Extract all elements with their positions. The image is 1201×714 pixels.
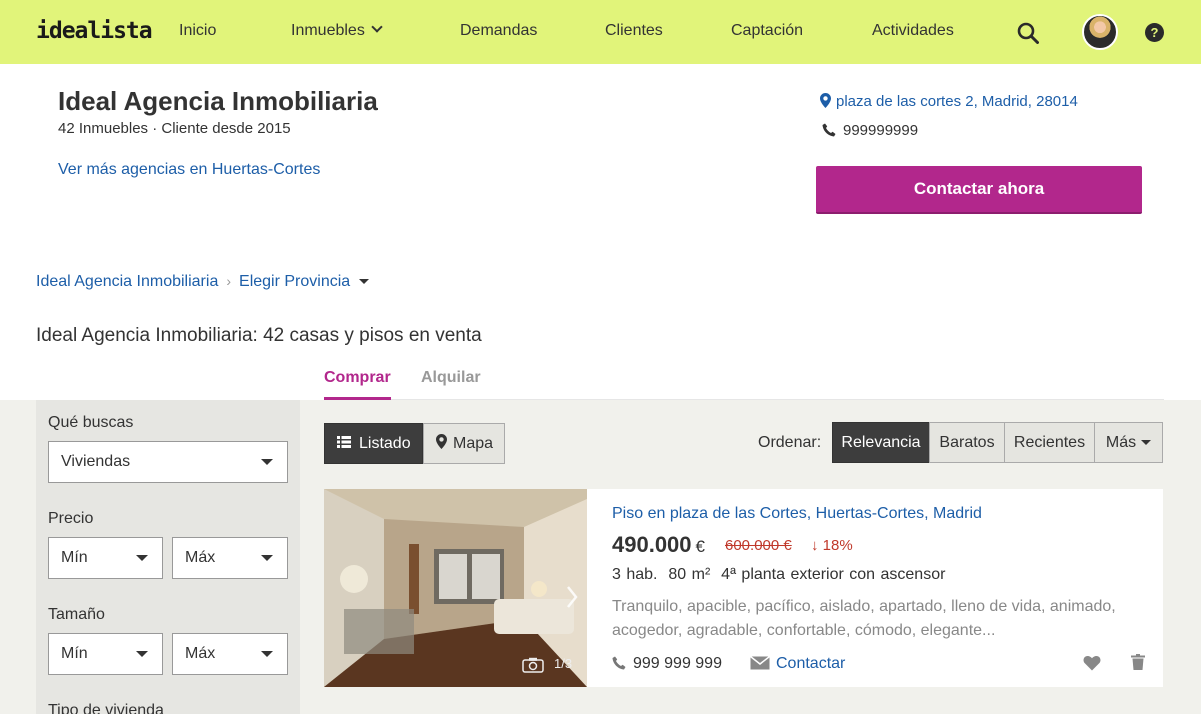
listing-title[interactable]: Piso en plaza de las Cortes, Huertas-Cor… bbox=[612, 505, 982, 523]
tamano-max-select[interactable]: Máx bbox=[172, 633, 288, 675]
tab-comprar[interactable]: Comprar bbox=[324, 369, 391, 400]
listing-contact-label: Contactar bbox=[776, 655, 846, 672]
listado-button[interactable]: Listado bbox=[324, 423, 423, 464]
breadcrumb: Ideal Agencia Inmobiliaria › Elegir Provin… bbox=[36, 273, 370, 291]
caret-down-icon bbox=[261, 651, 273, 657]
precio-min-value: Mín bbox=[61, 549, 88, 566]
listing-contact[interactable]: Contactar bbox=[750, 654, 845, 673]
camera-icon bbox=[522, 657, 544, 673]
sort-baratos[interactable]: Baratos bbox=[929, 422, 1005, 463]
tamano-min-select[interactable]: Mín bbox=[48, 633, 163, 675]
caret-down-icon[interactable] bbox=[359, 279, 370, 284]
living-room-photo bbox=[324, 489, 587, 687]
breadcrumb-separator-icon: › bbox=[226, 273, 232, 289]
caret-down-icon bbox=[261, 459, 273, 465]
trash-icon[interactable] bbox=[1131, 654, 1145, 670]
idealista-logo[interactable]: idealista bbox=[36, 18, 153, 44]
listing-card[interactable]: 1/3 Piso en plaza de las Cortes, Huertas… bbox=[324, 489, 1163, 687]
help-icon[interactable]: ? bbox=[1145, 23, 1164, 42]
list-icon bbox=[337, 436, 351, 448]
contact-now-button[interactable]: Contactar ahora bbox=[816, 166, 1142, 214]
precio-min-select[interactable]: Mín bbox=[48, 537, 163, 579]
listing-description: Tranquilo, apacible, pacífico, aislado, … bbox=[612, 598, 1116, 639]
envelope-icon bbox=[750, 655, 770, 670]
nav-clientes[interactable]: Clientes bbox=[605, 22, 663, 40]
sort-mas[interactable]: Más bbox=[1094, 422, 1163, 463]
listing-price-value: 490.000 bbox=[612, 532, 692, 557]
que-buscas-label: Qué buscas bbox=[48, 414, 134, 431]
more-agencies-link[interactable]: Ver más agencias en Huertas-Cortes bbox=[58, 161, 320, 179]
sort-relevancia[interactable]: Relevancia bbox=[832, 422, 930, 463]
nav-inicio[interactable]: Inicio bbox=[179, 22, 216, 40]
breadcrumb-agency[interactable]: Ideal Agencia Inmobiliaria bbox=[36, 273, 218, 290]
listing-features: 3 hab. 80 m² 4ª planta exterior con asce… bbox=[612, 566, 946, 583]
listing-phone-text: 999 999 999 bbox=[633, 655, 722, 672]
caret-down-icon bbox=[136, 555, 148, 561]
location-pin-icon bbox=[820, 93, 831, 108]
phone-icon bbox=[822, 123, 836, 137]
caret-down-icon bbox=[261, 555, 273, 561]
sort-recientes[interactable]: Recientes bbox=[1004, 422, 1095, 463]
sort-mas-label: Más bbox=[1105, 434, 1137, 451]
listing-price-drop: ↓ 18% bbox=[811, 537, 853, 554]
agency-phone-text: 999999999 bbox=[843, 122, 919, 139]
page-title: Ideal Agencia Inmobiliaria: 42 casas y p… bbox=[36, 325, 482, 346]
tamano-min-value: Mín bbox=[61, 645, 88, 662]
listing-photo[interactable]: 1/3 bbox=[324, 489, 587, 687]
mapa-button[interactable]: Mapa bbox=[423, 423, 505, 464]
listado-label: Listado bbox=[359, 435, 411, 452]
top-nav: idealista Inicio Inmuebles Demandas Clie… bbox=[0, 0, 1201, 64]
precio-max-value: Máx bbox=[185, 549, 216, 566]
nav-captacion[interactable]: Captación bbox=[731, 22, 803, 40]
agency-address[interactable]: plaza de las cortes 2, Madrid, 28014 bbox=[820, 91, 1078, 110]
listing-old-price: 600.000 € bbox=[725, 537, 792, 554]
user-avatar[interactable] bbox=[1082, 14, 1118, 50]
que-buscas-value: Viviendas bbox=[61, 453, 131, 470]
listing-price: 490.000 € bbox=[612, 532, 705, 558]
precio-max-select[interactable]: Máx bbox=[172, 537, 288, 579]
agency-phone: 999999999 bbox=[822, 121, 918, 139]
tamano-max-value: Máx bbox=[185, 645, 216, 662]
listing-currency: € bbox=[695, 537, 705, 556]
tab-alquilar[interactable]: Alquilar bbox=[421, 369, 481, 387]
mapa-label: Mapa bbox=[453, 435, 494, 452]
search-icon[interactable] bbox=[1017, 22, 1039, 44]
agency-address-text: plaza de las cortes 2, Madrid, 28014 bbox=[836, 93, 1078, 110]
caret-down-icon bbox=[1141, 440, 1152, 445]
tipo-vivienda-label: Tipo de vivienda bbox=[48, 702, 164, 714]
que-buscas-select[interactable]: Viviendas bbox=[48, 441, 288, 483]
agency-name: Ideal Agencia Inmobiliaria bbox=[58, 86, 378, 116]
chevron-down-icon bbox=[371, 21, 383, 33]
caret-down-icon bbox=[136, 651, 148, 657]
nav-inmuebles-label: Inmuebles bbox=[291, 22, 365, 39]
breadcrumb-province[interactable]: Elegir Provincia bbox=[239, 273, 350, 290]
ordenar-label: Ordenar: bbox=[758, 434, 822, 451]
listing-phone[interactable]: 999 999 999 bbox=[612, 654, 722, 673]
agency-meta: 42 Inmuebles · Cliente desde 2015 bbox=[58, 120, 291, 137]
photo-count: 1/3 bbox=[554, 656, 573, 671]
tamano-label: Tamaño bbox=[48, 606, 105, 623]
nav-actividades[interactable]: Actividades bbox=[872, 22, 954, 40]
nav-demandas[interactable]: Demandas bbox=[460, 22, 537, 40]
precio-label: Precio bbox=[48, 510, 94, 527]
map-pin-icon bbox=[436, 434, 447, 449]
nav-inmuebles[interactable]: Inmuebles bbox=[291, 21, 383, 40]
phone-icon bbox=[612, 656, 626, 670]
heart-icon[interactable] bbox=[1083, 654, 1101, 672]
